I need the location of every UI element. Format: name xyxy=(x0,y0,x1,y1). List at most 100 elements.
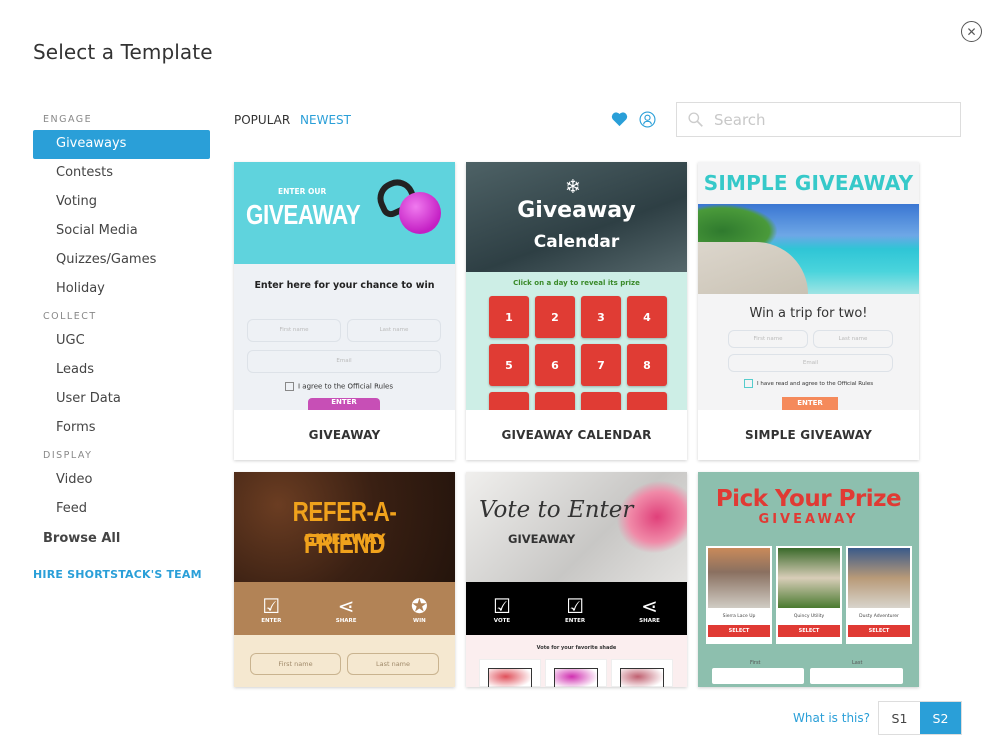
sidebar-item-contests[interactable]: Contests xyxy=(33,159,210,188)
template-card-simple-giveaway[interactable]: SIMPLE GIVEAWAY Win a trip for two! Firs… xyxy=(698,162,919,460)
sidebar-item-user-data[interactable]: User Data xyxy=(33,385,210,414)
preview-headline: GIVEAWAY xyxy=(246,199,361,230)
preview-first-name: First name xyxy=(250,653,341,675)
template-preview: REFER-A-FRIEND GIVEAWAY ☑ ENTER ⋖ SHARE ✪ W… xyxy=(234,472,455,687)
template-card-vote-to-enter[interactable]: Vote to Enter GIVEAWAY ☑ VOTE ☑ ENTER ⋖ SHA… xyxy=(466,472,687,687)
checkbox-icon: ☑ xyxy=(262,593,281,618)
vote-icon: ☑ xyxy=(493,593,511,618)
sidebar-item-social-media[interactable]: Social Media xyxy=(33,217,210,246)
preview-first-name: First name xyxy=(247,319,341,342)
preview-first-label: First xyxy=(750,660,761,666)
checkbox-icon: ☑ xyxy=(566,593,584,618)
coffee-beans-image: REFER-A-FRIEND GIVEAWAY xyxy=(234,472,455,582)
preview-first-name: First name xyxy=(728,330,808,348)
preview-enter-button: ENTER xyxy=(782,397,838,410)
preview-last-label: Last xyxy=(852,660,863,666)
template-preview: Pick Your Prize GIVEAWAY Sierra Lace Up S… xyxy=(698,472,919,687)
heart-icon[interactable] xyxy=(611,111,628,127)
preview-agree: I agree to the Official Rules xyxy=(285,382,393,391)
calendar-day xyxy=(627,392,667,410)
toggle-s2[interactable]: S2 xyxy=(920,702,961,734)
calendar-day: 4 xyxy=(627,296,667,338)
template-card-giveaway[interactable]: ENTER OUR GIVEAWAY Enter here for your c… xyxy=(234,162,455,460)
preview-email: Email xyxy=(728,354,893,372)
preview-last-input xyxy=(810,668,903,684)
calendar-day xyxy=(535,392,575,410)
shade-swatch xyxy=(611,659,673,687)
preview-enter-button: ENTER xyxy=(308,398,380,410)
sidebar-item-giveaways[interactable]: Giveaways xyxy=(33,130,210,159)
step-vote: ☑ VOTE xyxy=(493,593,511,624)
what-is-this-link[interactable]: What is this? xyxy=(793,711,870,725)
category-sidebar: ENGAGE Giveaways Contests Voting Social … xyxy=(33,110,210,581)
preview-headline: Giveaway xyxy=(517,198,636,223)
step-enter: ☑ ENTER xyxy=(261,593,282,624)
preview-prompt: Vote for your favorite shade xyxy=(536,645,617,651)
template-name: GIVEAWAY xyxy=(308,428,381,442)
calendar-day: 8 xyxy=(627,344,667,386)
section-label-engage: ENGAGE xyxy=(43,114,93,125)
section-label-display: DISPLAY xyxy=(43,450,93,461)
search-box[interactable] xyxy=(676,102,961,137)
award-icon: ✪ xyxy=(410,593,428,618)
search-input[interactable] xyxy=(714,110,934,129)
sidebar-item-video[interactable]: Video xyxy=(33,466,210,495)
preview-headline: Pick Your Prize xyxy=(715,486,902,512)
template-preview: ENTER OUR GIVEAWAY Enter here for your c… xyxy=(234,162,455,410)
sidebar-item-feed[interactable]: Feed xyxy=(33,495,210,524)
preview-subhead: Enter here for your chance to win xyxy=(254,280,435,291)
template-name: GIVEAWAY CALENDAR xyxy=(501,428,652,442)
share-icon: ⋖ xyxy=(337,593,355,618)
calendar-day: 1 xyxy=(489,296,529,338)
prize-option: Quincy Utility SELECT xyxy=(776,546,842,644)
hire-team-link[interactable]: HIRE SHORTSTACK'S TEAM xyxy=(33,568,210,581)
beach-image xyxy=(698,204,919,294)
sidebar-item-leads[interactable]: Leads xyxy=(33,356,210,385)
template-preview: Vote to Enter GIVEAWAY ☑ VOTE ☑ ENTER ⋖ SHA… xyxy=(466,472,687,687)
sidebar-item-quizzes-games[interactable]: Quizzes/Games xyxy=(33,246,210,275)
preview-subhead: Click on a day to reveal its prize xyxy=(513,279,640,287)
sidebar-item-holiday[interactable]: Holiday xyxy=(33,275,210,304)
share-icon: ⋖ xyxy=(641,593,658,618)
sidebar-item-voting[interactable]: Voting xyxy=(33,188,210,217)
step-win: ✪ WIN xyxy=(410,593,428,624)
user-icon[interactable] xyxy=(639,111,656,128)
sidebar-item-ugc[interactable]: UGC xyxy=(33,327,210,356)
close-button[interactable]: ✕ xyxy=(961,21,982,42)
preview-headline-2: Calendar xyxy=(533,232,620,252)
calendar-day xyxy=(581,392,621,410)
tab-newest[interactable]: NEWEST xyxy=(300,113,351,127)
preview-subhead: GIVEAWAY xyxy=(303,532,386,548)
calendar-day: 3 xyxy=(581,296,621,338)
template-card-giveaway-calendar[interactable]: ❄ Giveaway Calendar Click on a day to re… xyxy=(466,162,687,460)
snowflake-icon: ❄ xyxy=(565,176,581,198)
shade-swatch xyxy=(545,659,607,687)
preview-first-input xyxy=(712,668,804,684)
version-toggle: S1 S2 xyxy=(878,701,962,735)
preview-agree: I have read and agree to the Official Ru… xyxy=(744,379,873,388)
tab-popular[interactable]: POPULAR xyxy=(234,113,290,127)
preview-headline: REFER-A-FRIEND xyxy=(292,496,397,559)
calendar-day: 5 xyxy=(489,344,529,386)
calendar-day: 6 xyxy=(535,344,575,386)
template-preview: ❄ Giveaway Calendar Click on a day to re… xyxy=(466,162,687,410)
kettlebell-image xyxy=(399,192,441,234)
sidebar-item-forms[interactable]: Forms xyxy=(33,414,210,443)
preview-last-name: Last name xyxy=(347,653,439,675)
section-label-collect: COLLECT xyxy=(43,311,97,322)
search-icon xyxy=(688,112,703,127)
preview-email: Email xyxy=(247,350,441,373)
template-name: SIMPLE GIVEAWAY xyxy=(745,428,872,442)
browse-all-link[interactable]: Browse All xyxy=(33,524,210,553)
calendar-day: 2 xyxy=(535,296,575,338)
step-share: ⋖ SHARE xyxy=(639,593,660,624)
template-card-refer-a-friend[interactable]: REFER-A-FRIEND GIVEAWAY ☑ ENTER ⋖ SHARE ✪ W… xyxy=(234,472,455,687)
step-enter: ☑ ENTER xyxy=(564,593,586,624)
shade-swatch xyxy=(479,659,541,687)
toggle-s1[interactable]: S1 xyxy=(879,702,920,734)
preview-headline: Vote to Enter xyxy=(479,497,634,523)
calendar-day: 7 xyxy=(581,344,621,386)
preview-subhead: GIVEAWAY xyxy=(508,532,576,546)
prize-option: Dusty Adventurer SELECT xyxy=(846,546,912,644)
template-card-pick-your-prize[interactable]: Pick Your Prize GIVEAWAY Sierra Lace Up S… xyxy=(698,472,919,687)
